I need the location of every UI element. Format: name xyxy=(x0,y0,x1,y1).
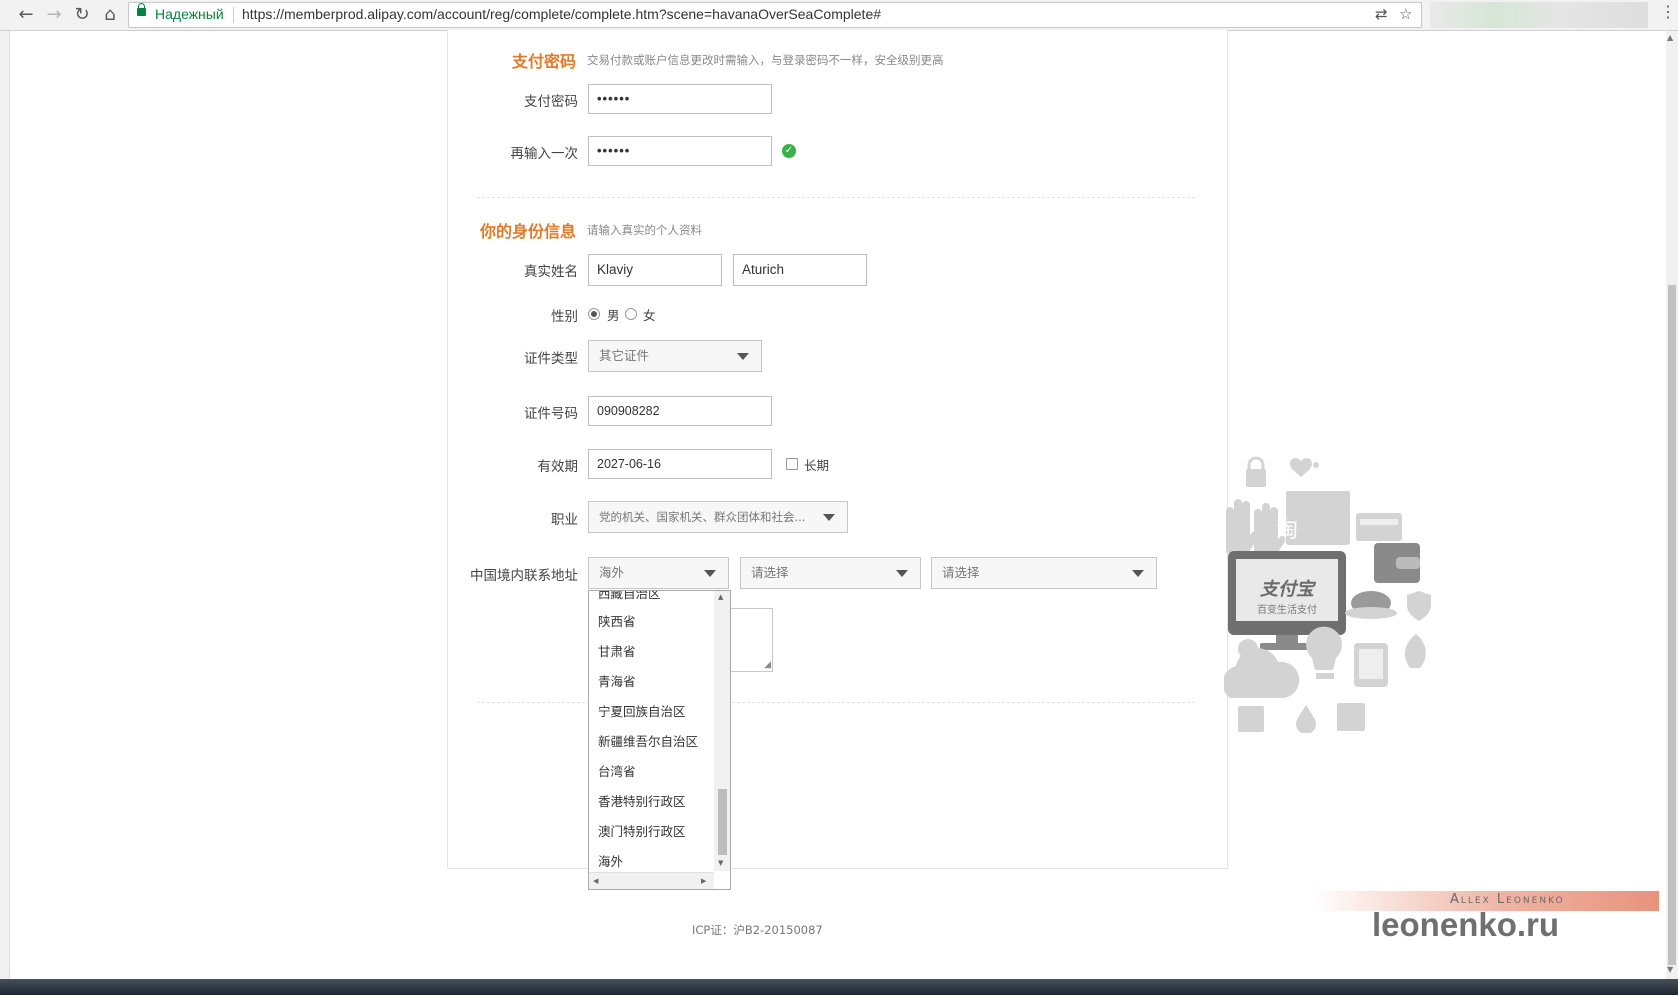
watermark-name: Allex Leonenko xyxy=(1450,892,1565,907)
first-name-input[interactable]: Klaviy xyxy=(588,254,722,286)
chevron-down-icon xyxy=(737,353,749,360)
reload-icon[interactable]: ↻ xyxy=(70,3,94,27)
province-value: 海外 xyxy=(599,565,625,580)
lock-icon xyxy=(1246,469,1266,487)
dropdown-option[interactable]: 陕西省 xyxy=(598,611,636,630)
city-select[interactable]: 请选择 xyxy=(740,557,921,589)
id-type-label: 证件类型 xyxy=(524,351,578,367)
icp-license: ICP证：沪B2-20150087 xyxy=(692,923,823,937)
scroll-up-arrow-icon[interactable]: ▲ xyxy=(718,593,723,601)
section-divider xyxy=(477,197,1195,198)
identity-section-title: 你的身份信息 xyxy=(480,222,577,241)
pay-password-label: 支付密码 xyxy=(524,94,578,110)
page-scrollbar[interactable]: ▲ ▼ xyxy=(1666,31,1678,981)
check-success-icon: ✓ xyxy=(782,144,796,158)
dropdown-option[interactable]: 西藏自治区 xyxy=(598,591,661,602)
occupation-select[interactable]: 党的机关、国家机关、群众团体和社会... xyxy=(588,501,848,533)
password-section-description: 交易付款或账户信息更改时需输入，与登录密码不一样，安全级别更高 xyxy=(587,53,944,67)
dropdown-option[interactable]: 宁夏回族自治区 xyxy=(598,701,686,720)
dropdown-scrollbar[interactable]: ▲ ▼ xyxy=(714,591,730,871)
gender-label: 性别 xyxy=(551,309,578,325)
chevron-down-icon xyxy=(823,514,835,521)
url-text[interactable]: https://memberprod.alipay.com/account/re… xyxy=(242,6,881,22)
watermark-site: leonenko.ru xyxy=(1372,906,1560,943)
scroll-right-arrow-icon[interactable]: ▶ xyxy=(701,877,706,885)
dropdown-option[interactable]: 澳门特别行政区 xyxy=(598,821,686,840)
city-value: 请选择 xyxy=(751,565,789,580)
dropdown-option[interactable]: 青海省 xyxy=(598,671,636,690)
card-icon xyxy=(1356,513,1402,541)
scroll-down-arrow-icon[interactable]: ▼ xyxy=(718,859,723,867)
address-label: 中国境内联系地址 xyxy=(470,568,578,584)
leaf-icon xyxy=(1404,634,1426,668)
validity-label: 有效期 xyxy=(537,459,579,475)
menu-dots-icon[interactable]: ⋮ xyxy=(1660,2,1676,21)
scroll-up-arrow-icon[interactable]: ▲ xyxy=(1667,33,1673,42)
lock-icon xyxy=(137,3,146,16)
confirm-password-input[interactable]: •••••• xyxy=(588,136,772,166)
left-edge xyxy=(0,31,10,981)
dropdown-option[interactable]: 台湾省 xyxy=(598,761,636,780)
alipay-illustration: 淘 支付宝 百变生活支付 xyxy=(1224,456,1431,733)
shield-icon xyxy=(1407,591,1431,621)
lightbulb-icon xyxy=(1306,626,1342,670)
scroll-down-arrow-icon[interactable]: ▼ xyxy=(1667,965,1673,974)
gender-male-radio[interactable] xyxy=(588,308,600,320)
scroll-left-arrow-icon[interactable]: ◀ xyxy=(593,877,598,885)
taskbar-strip xyxy=(0,979,1678,995)
occupation-label: 职业 xyxy=(551,512,578,528)
id-type-select[interactable]: 其它证件 xyxy=(588,340,762,372)
secure-label: Надежный xyxy=(155,6,224,22)
province-select[interactable]: 海外 xyxy=(588,557,729,589)
dropdown-option[interactable]: 新疆维吾尔自治区 xyxy=(598,731,698,750)
translate-icon[interactable]: ⇄ xyxy=(1375,5,1388,23)
dropdown-option-selected[interactable]: 海外 xyxy=(598,851,623,870)
pay-password-input[interactable]: •••••• xyxy=(588,84,772,114)
dropdown-horizontal-scrollbar[interactable]: ◀ ▶ xyxy=(589,872,714,889)
gender-female-label[interactable]: 女 xyxy=(643,305,656,324)
notepad-icon xyxy=(1238,706,1264,732)
id-type-value: 其它证件 xyxy=(599,348,650,363)
home-icon[interactable]: ⌂ xyxy=(98,3,122,27)
resize-handle-icon[interactable]: ◢ xyxy=(764,661,771,670)
water-drop-icon xyxy=(1296,705,1316,733)
address-separator xyxy=(233,7,234,23)
district-value: 请选择 xyxy=(942,565,980,580)
gender-male-label[interactable]: 男 xyxy=(607,305,620,324)
page-scrollbar-thumb[interactable] xyxy=(1668,285,1676,965)
last-name-input[interactable]: Aturich xyxy=(733,254,867,286)
dropdown-scrollbar-thumb[interactable] xyxy=(718,789,727,855)
forward-arrow-icon[interactable]: → xyxy=(42,3,66,27)
occupation-value: 党的机关、国家机关、群众团体和社会... xyxy=(599,510,806,524)
browser-toolbar: ← → ↻ ⌂ Надежный https://memberprod.alip… xyxy=(0,0,1678,31)
tao-char: 淘 xyxy=(1276,518,1298,543)
real-name-label: 真实姓名 xyxy=(524,264,578,280)
back-arrow-icon[interactable]: ← xyxy=(14,3,38,27)
chevron-down-icon xyxy=(704,570,716,577)
confirm-password-label: 再输入一次 xyxy=(510,146,579,162)
alipay-tagline: 百变生活支付 xyxy=(1257,603,1317,616)
gender-female-radio[interactable] xyxy=(625,308,637,320)
province-dropdown-list[interactable]: 西藏自治区 陕西省 甘肃省 青海省 宁夏回族自治区 新疆维吾尔自治区 台湾省 香… xyxy=(588,590,731,890)
dropdown-option[interactable]: 香港特别行政区 xyxy=(598,791,686,810)
long-term-label[interactable]: 长期 xyxy=(804,455,829,474)
chevron-down-icon xyxy=(1132,570,1144,577)
document-icon xyxy=(1337,703,1365,731)
chevron-down-icon xyxy=(896,570,908,577)
identity-section-description: 请输入真实的个人资料 xyxy=(587,223,702,237)
cloud-icon xyxy=(1224,648,1300,698)
validity-date-input[interactable]: 2027-06-16 xyxy=(588,449,772,479)
id-number-label: 证件号码 xyxy=(524,406,578,422)
id-number-input[interactable]: 090908282 xyxy=(588,396,772,426)
extensions-area xyxy=(1430,2,1648,28)
bookmark-star-icon[interactable]: ☆ xyxy=(1399,5,1412,23)
password-section-title: 支付密码 xyxy=(512,52,577,71)
dropdown-option[interactable]: 甘肃省 xyxy=(598,641,636,660)
heart-icon xyxy=(1290,458,1312,477)
section-divider xyxy=(477,702,1195,703)
long-term-checkbox[interactable] xyxy=(786,458,798,470)
alipay-logo-text: 支付宝 xyxy=(1260,579,1317,600)
district-select[interactable]: 请选择 xyxy=(931,557,1157,589)
address-bar[interactable]: Надежный https://memberprod.alipay.com/a… xyxy=(128,2,1422,28)
